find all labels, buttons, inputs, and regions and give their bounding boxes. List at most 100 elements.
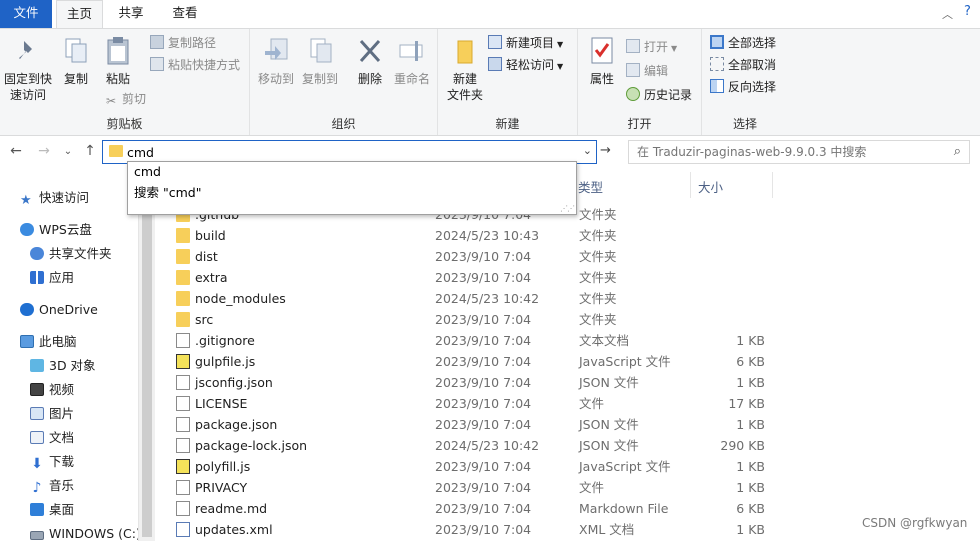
delete-button[interactable]: 删除 [352, 35, 388, 87]
file-row[interactable]: polyfill.js 2023/9/10 7:04 JavaScript 文件 1 … [170, 456, 980, 477]
text-file-icon [176, 333, 190, 348]
copy-to-button[interactable]: 复制到 [300, 35, 340, 87]
properties-button[interactable]: 属性 [582, 35, 622, 87]
file-name: polyfill.js [195, 459, 251, 474]
history-button[interactable]: 历史记录 [626, 85, 692, 105]
sidebar-item-quick-access[interactable]: ★ 快速访问 [20, 187, 89, 209]
file-size: 1 KB [736, 522, 765, 537]
chevron-up-icon[interactable]: ︿ [942, 6, 953, 22]
column-divider[interactable] [690, 172, 691, 198]
copy-path-icon [150, 35, 164, 49]
select-all-button[interactable]: 全部选择 [710, 33, 776, 53]
file-row[interactable]: updates.xml 2023/9/10 7:04 XML 文档 1 KB [170, 519, 980, 540]
file-row[interactable]: PRIVACY 2023/9/10 7:04 文件 1 KB [170, 477, 980, 498]
file-date: 2024/5/23 10:42 [435, 291, 540, 306]
new-item-button[interactable]: 新建项目 ▼ [488, 33, 563, 53]
column-header-size[interactable]: 大小 [698, 177, 723, 196]
resize-grip-icon[interactable]: ⋰⋰ [560, 204, 575, 213]
file-icon [176, 417, 190, 432]
file-date: 2023/9/10 7:04 [435, 333, 532, 348]
column-header-type[interactable]: 类型 [578, 177, 603, 196]
file-row[interactable]: extra 2023/9/10 7:04 文件夹 [170, 267, 980, 288]
file-row[interactable]: src 2023/9/10 7:04 文件夹 [170, 309, 980, 330]
tab-view[interactable]: 查看 [160, 0, 210, 28]
select-none-button[interactable]: 全部取消 [710, 55, 776, 75]
sidebar-item-c-drive[interactable]: WINDOWS (C:) [30, 523, 141, 541]
file-name: gulpfile.js [195, 354, 256, 369]
search-icon[interactable]: ⌕ [954, 144, 961, 159]
paste-shortcut-button[interactable]: 粘贴快捷方式 [150, 55, 240, 75]
file-size: 1 KB [736, 459, 765, 474]
go-arrow-icon[interactable]: → [600, 143, 611, 158]
sidebar-item-music[interactable]: ♪ 音乐 [30, 475, 74, 497]
sidebar-scrollbar[interactable] [138, 180, 155, 541]
edit-label: 编辑 [644, 64, 669, 78]
file-row[interactable]: readme.md 2023/9/10 7:04 Markdown File 6 KB [170, 498, 980, 519]
back-arrow-icon[interactable]: ← [6, 143, 26, 159]
sidebar-item-desktop[interactable]: 桌面 [30, 499, 74, 521]
easy-access-button[interactable]: 轻松访问 ▼ [488, 55, 563, 75]
forward-arrow-icon[interactable]: → [34, 143, 54, 159]
file-type: JavaScript 文件 [579, 459, 671, 474]
sidebar-item-videos[interactable]: 视频 [30, 379, 74, 401]
tab-home[interactable]: 主页 [56, 0, 103, 29]
pin-label: 固定到快 速访问 [3, 72, 52, 102]
sidebar-item-label: 下载 [49, 454, 75, 469]
file-row[interactable]: dist 2023/9/10 7:04 文件夹 [170, 246, 980, 267]
file-row[interactable]: package-lock.json 2024/5/23 10:42 JSON 文件 2… [170, 435, 980, 456]
video-icon [30, 383, 44, 396]
tab-file[interactable]: 文件 [0, 0, 52, 28]
address-input[interactable] [127, 143, 567, 161]
sidebar-item-pictures[interactable]: 图片 [30, 403, 74, 425]
sidebar-item-documents[interactable]: 文档 [30, 427, 74, 449]
sidebar-item-apps[interactable]: 应用 [30, 267, 74, 289]
sidebar-item-3d-objects[interactable]: 3D 对象 [30, 355, 96, 377]
search-box[interactable]: ⌕ [628, 140, 970, 164]
file-row[interactable]: gulpfile.js 2023/9/10 7:04 JavaScript 文件 6 … [170, 351, 980, 372]
invert-selection-label: 反向选择 [728, 80, 777, 94]
copy-button[interactable]: 复制 [60, 35, 92, 87]
autocomplete-item-search[interactable]: 搜索 "cmd" [134, 182, 201, 201]
open-button[interactable]: 打开 ▼ [626, 37, 677, 57]
file-name: package.json [195, 417, 278, 432]
column-divider[interactable] [772, 172, 773, 198]
history-icon [626, 87, 640, 101]
file-row[interactable]: node_modules 2024/5/23 10:42 文件夹 [170, 288, 980, 309]
tab-share[interactable]: 共享 [108, 0, 154, 28]
up-arrow-icon[interactable]: ↑ [80, 143, 100, 159]
sidebar-item-shared-folder[interactable]: 共享文件夹 [30, 243, 112, 265]
new-folder-button[interactable]: 新建 文件夹 [442, 35, 488, 103]
file-type: JavaScript 文件 [579, 354, 671, 369]
rename-label: 重命名 [393, 72, 430, 86]
search-input[interactable] [637, 143, 937, 161]
file-row[interactable]: build 2024/5/23 10:43 文件夹 [170, 225, 980, 246]
edit-button[interactable]: 编辑 [626, 61, 668, 81]
recent-locations-chevron-icon[interactable]: ⌄ [58, 146, 78, 157]
rename-button[interactable]: 重命名 [390, 35, 434, 87]
file-name: .gitignore [195, 333, 255, 348]
chevron-down-icon[interactable]: ⌄ [583, 144, 592, 157]
sidebar-item-this-pc[interactable]: 此电脑 [20, 331, 77, 353]
file-size: 6 KB [736, 501, 765, 516]
help-icon[interactable]: ? [964, 4, 971, 19]
file-row[interactable]: .gitignore 2023/9/10 7:04 文本文档 1 KB [170, 330, 980, 351]
cut-button[interactable]: ✂ 剪切 [104, 89, 146, 109]
paste-shortcut-icon [150, 57, 164, 71]
pin-quick-access-button[interactable]: 固定到快 速访问 [2, 35, 54, 103]
file-row[interactable]: package.json 2023/9/10 7:04 JSON 文件 1 KB [170, 414, 980, 435]
file-date: 2023/9/10 7:04 [435, 249, 532, 264]
file-row[interactable]: LICENSE 2023/9/10 7:04 文件 17 KB [170, 393, 980, 414]
file-row[interactable]: jsconfig.json 2023/9/10 7:04 JSON 文件 1 KB [170, 372, 980, 393]
sidebar-item-onedrive[interactable]: OneDrive [20, 299, 98, 321]
file-type: 文件夹 [579, 228, 617, 243]
easy-access-icon [488, 57, 502, 71]
sidebar-item-wps-cloud[interactable]: WPS云盘 [20, 219, 92, 241]
paste-button[interactable]: 粘贴 [100, 35, 136, 87]
copy-path-button[interactable]: 复制路径 [150, 33, 216, 53]
autocomplete-item-cmd[interactable]: cmd [134, 164, 161, 179]
invert-selection-button[interactable]: 反向选择 [710, 77, 776, 97]
scrollbar-thumb[interactable] [142, 184, 152, 537]
sidebar-item-downloads[interactable]: ⬇ 下载 [30, 451, 74, 473]
move-to-button[interactable]: 移动到 [256, 35, 296, 87]
organize-group-label: 组织 [331, 117, 356, 131]
